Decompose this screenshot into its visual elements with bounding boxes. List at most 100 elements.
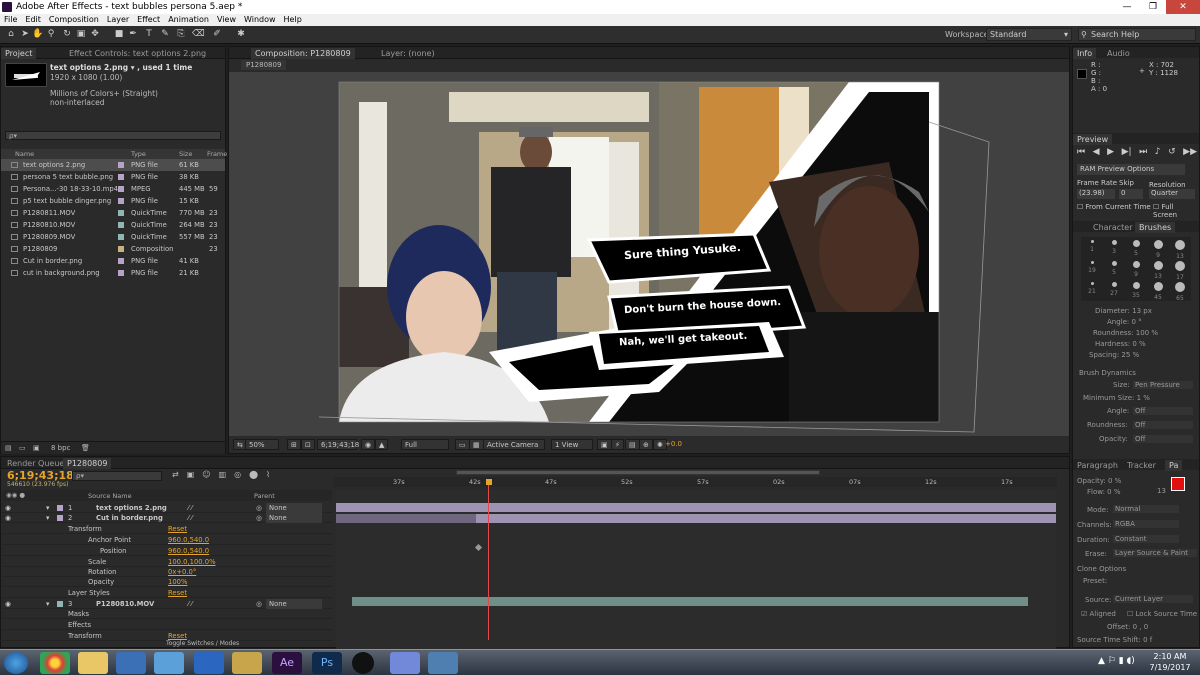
- duration-select[interactable]: Constant: [1113, 535, 1179, 543]
- parent-pickwhip-icon[interactable]: ◎: [256, 503, 262, 513]
- menu-animation[interactable]: Animation: [168, 14, 209, 26]
- photoshop-icon[interactable]: Ps: [312, 652, 342, 674]
- motion-blur-icon[interactable]: ◎: [234, 470, 241, 482]
- new-comp-icon[interactable]: ▣: [33, 444, 40, 452]
- brush-preset[interactable]: 9: [1147, 237, 1169, 259]
- tab-effect-controls[interactable]: Effect Controls: text options 2.png: [65, 48, 210, 59]
- col-size[interactable]: Size: [179, 150, 192, 158]
- tab-info[interactable]: Info: [1073, 48, 1097, 59]
- loop-icon[interactable]: ↺: [1168, 147, 1176, 159]
- track-bar-3[interactable]: [352, 597, 1028, 606]
- tab-render-queue[interactable]: Render Queue: [3, 458, 68, 469]
- parent-select[interactable]: None: [266, 513, 322, 523]
- eye-icon[interactable]: ◉: [5, 503, 11, 513]
- brush-preset[interactable]: 17: [1169, 258, 1191, 281]
- parent-pickwhip-icon[interactable]: ◎: [256, 513, 262, 523]
- after-effects-icon[interactable]: Ae: [272, 652, 302, 674]
- network-icon[interactable]: [428, 652, 458, 674]
- label-color[interactable]: [118, 270, 124, 276]
- layer-switches-icon[interactable]: ⁄ ⁄: [188, 513, 192, 523]
- property-row[interactable]: Layer Styles Reset: [2, 588, 332, 598]
- tab-composition[interactable]: Composition: P1280809: [251, 48, 355, 59]
- graph-editor-icon[interactable]: ⌇: [266, 470, 270, 482]
- col-type[interactable]: Type: [131, 150, 146, 158]
- tab-project[interactable]: Project: [1, 48, 37, 59]
- snapshot-icon[interactable]: ◉: [361, 439, 376, 450]
- layer-row-2[interactable]: ◉ ▾ 2 Cut in border.png ⁄ ⁄ ◎ None: [2, 513, 332, 523]
- project-item[interactable]: P1280811.MOV QuickTime 770 MB 23: [1, 207, 225, 219]
- new-folder-icon[interactable]: ▭: [19, 444, 26, 452]
- property-row[interactable]: Scale 100.0,100.0%: [2, 557, 332, 567]
- layer-label-color[interactable]: [57, 601, 63, 607]
- play-icon[interactable]: ▶: [1107, 147, 1114, 159]
- property-value[interactable]: 960.0,540.0: [168, 546, 209, 556]
- clock-time[interactable]: 2:10 AM: [1150, 652, 1190, 661]
- label-color[interactable]: [118, 198, 124, 204]
- dyn-roundness-select[interactable]: Off: [1133, 421, 1193, 429]
- brush-preset[interactable]: 3: [1103, 237, 1125, 258]
- tab-paint[interactable]: Pa: [1165, 460, 1183, 471]
- interpret-footage-icon[interactable]: ▤: [5, 444, 12, 452]
- playhead-handle[interactable]: [486, 479, 492, 485]
- comp-subtab[interactable]: P1280809: [241, 60, 287, 70]
- prev-frame-icon[interactable]: ◀: [1093, 147, 1100, 159]
- zoom-select[interactable]: 50%: [245, 439, 279, 450]
- resolution-select-preview[interactable]: Quarter: [1149, 189, 1195, 199]
- tab-preview[interactable]: Preview: [1073, 134, 1113, 145]
- erase-select[interactable]: Layer Source & Paint: [1113, 549, 1197, 557]
- col-source-name[interactable]: Source Name: [88, 492, 132, 500]
- rotate-tool-icon[interactable]: ↻: [62, 29, 72, 40]
- property-value[interactable]: 100%: [168, 577, 187, 587]
- channels-select[interactable]: RGBA: [1113, 520, 1179, 528]
- project-item[interactable]: persona 5 text bubble.png PNG file 38 KB: [1, 171, 225, 183]
- from-current-checkbox[interactable]: ☐ From Current Time: [1077, 203, 1151, 211]
- draft-3d-icon[interactable]: ▣: [187, 470, 195, 482]
- zoom-tool-icon[interactable]: ⚲: [46, 29, 56, 40]
- home-icon[interactable]: ⌂: [6, 29, 16, 40]
- start-button[interactable]: [4, 652, 28, 674]
- label-color[interactable]: [118, 210, 124, 216]
- next-frame-icon[interactable]: ▶|: [1122, 147, 1132, 159]
- menu-composition[interactable]: Composition: [49, 14, 99, 26]
- dyn-angle-select[interactable]: Off: [1133, 407, 1193, 415]
- toggle-switches-button[interactable]: Toggle Switches / Modes: [166, 640, 246, 648]
- property-value[interactable]: 960.0,540.0: [168, 535, 209, 545]
- fast-preview-icon[interactable]: ⚡: [611, 439, 624, 450]
- shy-icon[interactable]: ☺: [202, 470, 210, 482]
- bpc-label[interactable]: 8 bpc: [51, 444, 70, 452]
- puppet-tool-icon[interactable]: ✱: [236, 29, 246, 40]
- layer-row-1[interactable]: ◉ ▾ 1 text options 2.png ⁄ ⁄ ◎ None: [2, 503, 332, 513]
- time-ruler[interactable]: 37s 42s 47s 52s 57s 02s 07s 12s 17s: [333, 477, 1057, 487]
- brush-preset[interactable]: 1: [1081, 237, 1103, 258]
- brainstorm-icon[interactable]: ⬤: [249, 470, 258, 482]
- ram-preview-icon[interactable]: ▶▶: [1183, 147, 1197, 159]
- first-frame-icon[interactable]: ⏮: [1077, 147, 1085, 159]
- label-color[interactable]: [118, 234, 124, 240]
- brush-preset[interactable]: 65: [1169, 279, 1191, 302]
- col-parent[interactable]: Parent: [254, 492, 275, 500]
- twirl-icon[interactable]: ▾: [46, 513, 49, 523]
- brush-tool-icon[interactable]: ✎: [160, 29, 170, 40]
- audio-icon[interactable]: ♪: [1155, 147, 1161, 159]
- camera-tool-icon[interactable]: ▣: [76, 29, 86, 40]
- tab-tracker[interactable]: Tracker: [1123, 460, 1160, 471]
- discord-icon[interactable]: [390, 652, 420, 674]
- maximize-button[interactable]: ❐: [1140, 0, 1166, 14]
- foreground-color-swatch[interactable]: [1171, 477, 1185, 491]
- ram-preview-options[interactable]: RAM Preview Options: [1077, 164, 1185, 175]
- tab-brushes[interactable]: Brushes: [1135, 222, 1176, 233]
- brush-preset[interactable]: 19: [1081, 258, 1103, 279]
- last-frame-icon[interactable]: ⏭: [1139, 147, 1147, 159]
- safe-zones-icon[interactable]: ⊞: [287, 439, 301, 450]
- flowchart-icon[interactable]: ⊕: [639, 439, 653, 450]
- label-color[interactable]: [118, 258, 124, 264]
- layer-label-color[interactable]: [57, 505, 63, 511]
- twirl-icon[interactable]: ▾: [46, 599, 49, 609]
- camera-select[interactable]: Active Camera: [483, 439, 545, 450]
- mask-tool-icon[interactable]: ■: [114, 29, 124, 40]
- app-icon-s[interactable]: [194, 652, 224, 674]
- brush-preset[interactable]: 45: [1147, 279, 1169, 301]
- region-icon[interactable]: ▭: [455, 439, 470, 450]
- resolution-select[interactable]: Full: [401, 439, 449, 450]
- menu-effect[interactable]: Effect: [137, 14, 160, 26]
